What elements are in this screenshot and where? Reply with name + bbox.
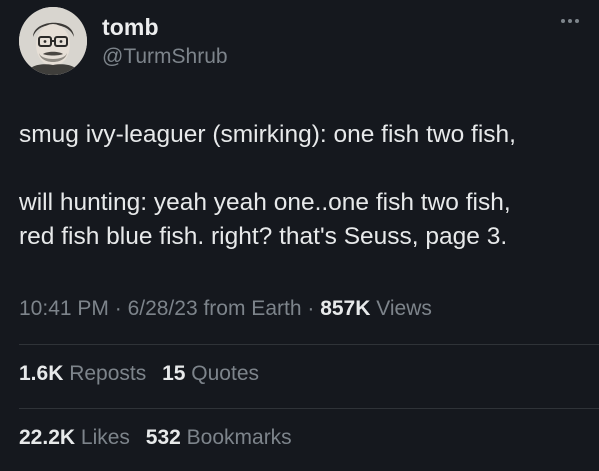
likes-label: Likes — [80, 426, 130, 449]
views-label: Views — [370, 297, 432, 320]
avatar-photo — [19, 7, 87, 75]
likes-stat[interactable]: 22.2K Likes — [19, 426, 130, 449]
author-handle[interactable]: @TurmShrub — [102, 45, 228, 69]
tweet-text: smug ivy-leaguer (smirking): one fish tw… — [19, 118, 579, 254]
tweet-line: will hunting: yeah yeah one..one fish tw… — [19, 189, 511, 216]
quotes-label: Quotes — [191, 362, 260, 385]
tweet-line: smug ivy-leaguer (smirking): one fish tw… — [19, 121, 516, 148]
engagement-row-2: 22.2K Likes 532 Bookmarks — [19, 426, 302, 450]
more-horizontal-icon — [561, 19, 579, 23]
bookmarks-count: 532 — [145, 426, 181, 449]
more-options-button[interactable] — [556, 14, 584, 28]
tweet-line: red fish blue fish. right? that's Seuss,… — [19, 223, 508, 250]
views-count[interactable]: 857K — [320, 297, 370, 320]
divider — [19, 344, 599, 345]
bookmarks-stat[interactable]: 532 Bookmarks — [146, 426, 292, 449]
reposts-label: Reposts — [69, 362, 147, 385]
meta-separator: · — [108, 297, 128, 320]
tweet-source: from Earth — [197, 297, 302, 320]
avatar[interactable] — [19, 7, 87, 75]
tweet-date[interactable]: 6/28/23 — [128, 297, 198, 320]
author-name[interactable]: tomb — [102, 14, 159, 41]
tweet-card: tomb @TurmShrub smug ivy-leaguer (smirki… — [0, 0, 599, 471]
bookmarks-label: Bookmarks — [186, 426, 292, 449]
quotes-count: 15 — [162, 362, 186, 385]
reposts-stat[interactable]: 1.6K Reposts — [19, 362, 146, 385]
reposts-count: 1.6K — [19, 362, 64, 385]
likes-count: 22.2K — [19, 426, 76, 449]
tweet-meta: 10:41 PM · 6/28/23 from Earth · 857K Vie… — [19, 297, 432, 321]
divider — [19, 408, 599, 409]
tweet-time[interactable]: 10:41 PM — [19, 297, 109, 320]
engagement-row-1: 1.6K Reposts 15 Quotes — [19, 362, 269, 386]
meta-separator: · — [301, 297, 321, 320]
quotes-stat[interactable]: 15 Quotes — [162, 362, 259, 385]
